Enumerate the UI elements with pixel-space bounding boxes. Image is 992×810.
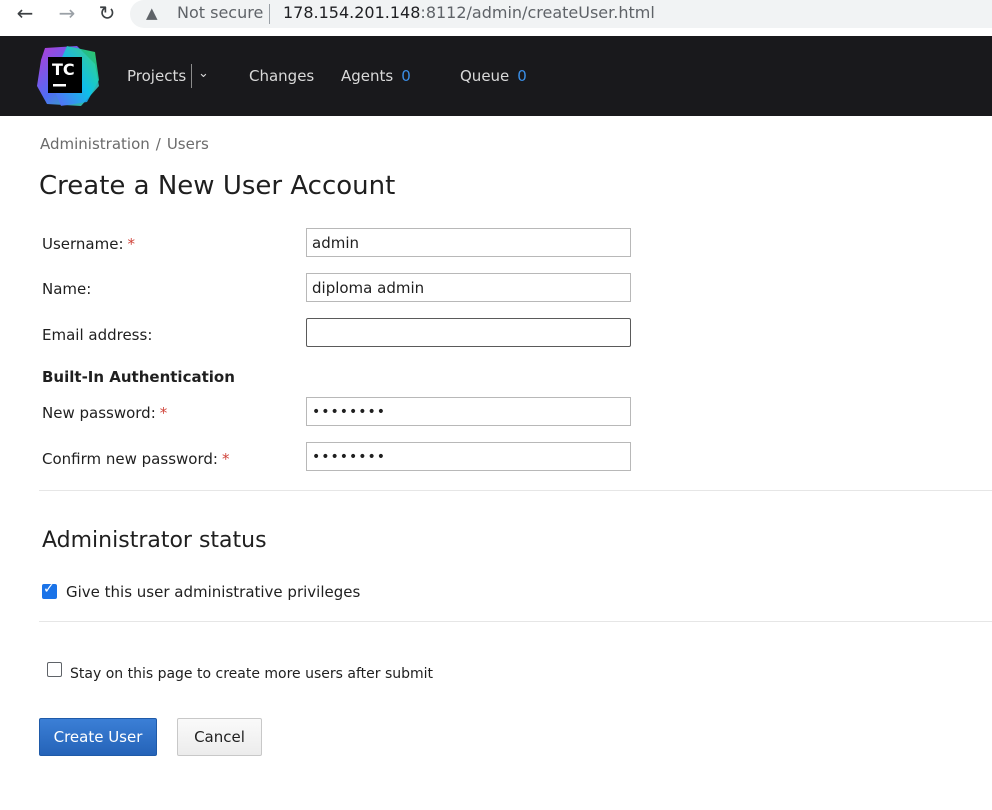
create-user-button[interactable]: Create User (39, 718, 157, 756)
nav-divider (191, 64, 192, 88)
new-password-label-text: New password: (42, 404, 156, 422)
required-marker: * (127, 235, 136, 253)
breadcrumb-separator: / (155, 135, 161, 153)
warning-icon[interactable]: ▲ (146, 3, 158, 23)
reload-icon[interactable]: ↻ (94, 2, 120, 26)
section-divider (39, 621, 992, 622)
admin-status-heading: Administrator status (42, 528, 267, 553)
browser-toolbar: ← → ↻ ▲ Not secure 178.154.201.148:8112/… (0, 0, 992, 36)
checkbox-unchecked-icon (47, 662, 62, 677)
confirm-password-label: Confirm new password: * (42, 449, 229, 469)
breadcrumb-users[interactable]: Users (167, 135, 209, 153)
page-title: Create a New User Account (39, 171, 396, 201)
stay-on-page-label[interactable]: Stay on this page to create more users a… (70, 664, 433, 684)
name-input[interactable] (306, 273, 631, 302)
breadcrumb: Administration / Users (40, 134, 209, 154)
security-label[interactable]: Not secure (177, 3, 263, 23)
nav-queue[interactable]: Queue 0 (460, 66, 527, 86)
logo-text: TC (52, 60, 75, 79)
checkbox-checked-icon (42, 581, 57, 599)
url-text[interactable]: 178.154.201.148:8112/admin/createUser.ht… (283, 3, 655, 23)
required-marker: * (221, 450, 230, 468)
email-label: Email address: (42, 326, 153, 344)
queue-count-badge: 0 (517, 67, 527, 85)
chevron-down-icon[interactable]: ⌄ (198, 64, 209, 84)
name-label: Name: (42, 280, 92, 298)
email-input[interactable] (306, 318, 631, 347)
username-input[interactable] (306, 228, 631, 257)
username-label: Username: * (42, 234, 135, 254)
confirm-password-input[interactable] (306, 442, 631, 471)
new-password-label: New password: * (42, 403, 167, 423)
url-host: 178.154.201.148 (283, 3, 421, 22)
section-divider (39, 490, 992, 491)
auth-section-title: Built-In Authentication (42, 368, 235, 386)
cancel-button[interactable]: Cancel (177, 718, 262, 756)
stay-on-page-checkbox[interactable] (47, 662, 62, 677)
confirm-password-label-text: Confirm new password: (42, 450, 218, 468)
nav-agents[interactable]: Agents 0 (341, 66, 411, 86)
teamcity-logo-icon[interactable]: TC (37, 46, 99, 106)
nav-projects[interactable]: Projects (127, 66, 186, 86)
admin-privileges-label[interactable]: Give this user administrative privileges (66, 582, 360, 602)
forward-arrow-icon[interactable]: → (54, 2, 80, 26)
app-header: TC Projects ⌄ Changes Agents 0 Queue 0 (0, 36, 992, 116)
address-divider (269, 4, 270, 24)
admin-privileges-checkbox[interactable] (42, 581, 57, 599)
url-path: :8112/admin/createUser.html (420, 3, 655, 22)
nav-changes[interactable]: Changes (249, 66, 314, 86)
nav-queue-label: Queue (460, 67, 510, 85)
required-marker: * (159, 404, 168, 422)
new-password-input[interactable] (306, 397, 631, 426)
back-arrow-icon[interactable]: ← (12, 2, 38, 26)
agents-count-badge: 0 (401, 67, 411, 85)
nav-agents-label: Agents (341, 67, 394, 85)
breadcrumb-administration[interactable]: Administration (40, 135, 150, 153)
username-label-text: Username: (42, 235, 124, 253)
